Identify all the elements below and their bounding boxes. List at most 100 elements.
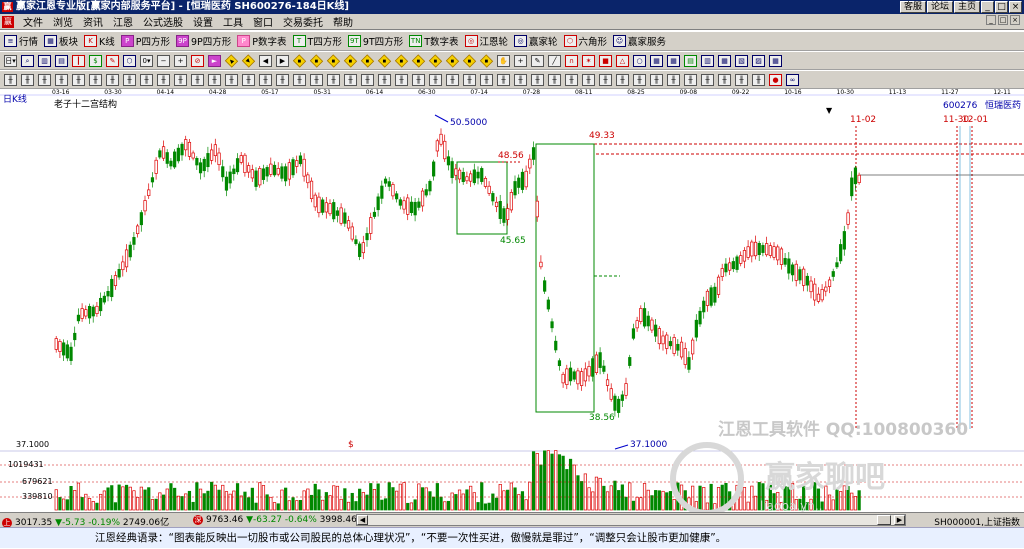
toolbar2-item-0[interactable]: 日▾ xyxy=(4,54,19,67)
toolbar1-item-9[interactable]: ◎ 江恩轮 xyxy=(464,34,508,48)
toolbar1-item-1[interactable]: ▦ 板块 xyxy=(44,34,78,48)
toolbar3-item-46[interactable]: ∞ xyxy=(786,73,801,86)
toolbar3-item-30[interactable]: ╫ xyxy=(514,73,529,86)
toolbar2-item-4[interactable]: ┃ xyxy=(72,54,87,67)
toolbar3-item-45[interactable]: ● xyxy=(769,73,784,86)
toolbar3-item-10[interactable]: ╫ xyxy=(174,73,189,86)
toolbar2-item-13[interactable]: ◀ xyxy=(224,53,240,68)
toolbar3-item-31[interactable]: ╫ xyxy=(531,73,546,86)
toolbar3-item-3[interactable]: ╫ xyxy=(55,73,70,86)
toolbar2-item-18[interactable]: ◆ xyxy=(309,53,325,68)
toolbar1-item-5[interactable]: P P数字表 xyxy=(237,34,287,48)
toolbar1-item-0[interactable]: ≡ 行情 xyxy=(4,34,38,48)
toolbar2-item-3[interactable]: ▤ xyxy=(55,54,70,67)
toolbar3-item-38[interactable]: ╫ xyxy=(650,73,665,86)
toolbar3-item-13[interactable]: ╫ xyxy=(225,73,240,86)
toolbar1-item-10[interactable]: ◎ 赢家轮 xyxy=(514,34,558,48)
toolbar3-item-42[interactable]: ╫ xyxy=(718,73,733,86)
toolbar3-item-22[interactable]: ╫ xyxy=(378,73,393,86)
toolbar3-item-44[interactable]: ╫ xyxy=(752,73,767,86)
mdi-button-0[interactable]: _ xyxy=(986,15,996,25)
toolbar2-item-41[interactable]: ▥ xyxy=(701,54,716,67)
toolbar2-item-27[interactable]: ◆ xyxy=(462,53,478,68)
toolbar2-item-21[interactable]: ◆ xyxy=(360,53,376,68)
toolbar3-item-4[interactable]: ╫ xyxy=(72,73,87,86)
toolbar2-item-16[interactable]: ▶ xyxy=(276,54,291,67)
toolbar3-item-29[interactable]: ╫ xyxy=(497,73,512,86)
toolbar2-item-24[interactable]: ◆ xyxy=(411,53,427,68)
kline-chart-area[interactable]: 03-16 03-30 04-14 04-28 05-17 05-31 06-14 06-30… xyxy=(0,89,1024,512)
toolbar3-item-28[interactable]: ╫ xyxy=(480,73,495,86)
toolbar3-item-27[interactable]: ╫ xyxy=(463,73,478,86)
toolbar2-item-1[interactable]: ⌕ xyxy=(21,54,36,67)
toolbar2-item-44[interactable]: ▨ xyxy=(752,54,767,67)
menu-item-9[interactable]: 帮助 xyxy=(328,14,358,29)
toolbar2-item-7[interactable]: ⬡ xyxy=(123,54,138,67)
toolbar3-item-14[interactable]: ╫ xyxy=(242,73,257,86)
toolbar2-item-19[interactable]: ◆ xyxy=(326,53,342,68)
toolbar1-item-3[interactable]: P P四方形 xyxy=(120,34,170,48)
toolbar1-item-4[interactable]: 9P 9P四方形 xyxy=(176,34,231,48)
title-button-5[interactable]: × xyxy=(1009,1,1022,13)
mdi-button-1[interactable]: □ xyxy=(998,15,1008,25)
menu-item-1[interactable]: 浏览 xyxy=(48,14,78,29)
toolbar3-item-41[interactable]: ╫ xyxy=(701,73,716,86)
toolbar3-item-35[interactable]: ╫ xyxy=(599,73,614,86)
toolbar3-item-36[interactable]: ╫ xyxy=(616,73,631,86)
toolbar3-item-34[interactable]: ╫ xyxy=(582,73,597,86)
title-button-3[interactable]: _ xyxy=(981,1,994,13)
toolbar3-item-7[interactable]: ╫ xyxy=(123,73,138,86)
menu-item-3[interactable]: 江恩 xyxy=(108,14,138,29)
toolbar2-item-12[interactable]: ► xyxy=(208,54,223,67)
toolbar1-item-8[interactable]: TN T数字表 xyxy=(409,34,459,48)
title-button-1[interactable]: 论坛 xyxy=(926,1,953,13)
toolbar2-item-30[interactable]: + xyxy=(514,54,529,67)
toolbar2-item-20[interactable]: ◆ xyxy=(343,53,359,68)
toolbar2-item-33[interactable]: ∩ xyxy=(565,54,580,67)
toolbar2-item-11[interactable]: ⊘ xyxy=(191,54,206,67)
menu-item-2[interactable]: 资讯 xyxy=(78,14,108,29)
toolbar2-item-31[interactable]: ✎ xyxy=(531,54,546,67)
toolbar2-item-17[interactable]: ◆ xyxy=(292,53,308,68)
toolbar2-item-15[interactable]: ◀ xyxy=(259,54,274,67)
toolbar2-item-34[interactable]: ✶ xyxy=(582,54,597,67)
toolbar3-item-18[interactable]: ╫ xyxy=(310,73,325,86)
toolbar3-item-0[interactable]: ╫ xyxy=(4,73,19,86)
toolbar1-item-2[interactable]: K K线 xyxy=(84,34,115,48)
toolbar3-item-9[interactable]: ╫ xyxy=(157,73,172,86)
title-button-4[interactable]: □ xyxy=(995,1,1008,13)
scroll-right-icon[interactable]: ▶ xyxy=(894,515,905,525)
toolbar2-item-39[interactable]: ▦ xyxy=(667,54,682,67)
toolbar2-item-6[interactable]: ✎ xyxy=(106,54,121,67)
toolbar2-item-14[interactable]: ▶ xyxy=(241,53,257,68)
toolbar3-item-23[interactable]: ╫ xyxy=(395,73,410,86)
toolbar2-item-45[interactable]: ▦ xyxy=(769,54,784,67)
toolbar1-item-6[interactable]: T T四方形 xyxy=(292,34,342,48)
toolbar2-item-32[interactable]: ╱ xyxy=(548,54,563,67)
kline-chart[interactable]: 03-16 03-30 04-14 04-28 05-17 05-31 06-14 06-30… xyxy=(0,89,1024,512)
toolbar3-item-40[interactable]: ╫ xyxy=(684,73,699,86)
menu-item-7[interactable]: 窗口 xyxy=(248,14,278,29)
mdi-button-2[interactable]: × xyxy=(1010,15,1020,25)
toolbar3-item-6[interactable]: ╫ xyxy=(106,73,121,86)
toolbar2-item-5[interactable]: $ xyxy=(89,54,104,67)
menu-item-8[interactable]: 交易委托 xyxy=(278,14,328,29)
toolbar2-item-29[interactable]: ✋ xyxy=(497,54,512,67)
toolbar1-item-12[interactable]: ☺ 赢家服务 xyxy=(613,34,666,48)
toolbar2-item-26[interactable]: ◆ xyxy=(445,53,461,68)
toolbar2-item-40[interactable]: ▤ xyxy=(684,54,699,67)
toolbar3-item-25[interactable]: ╫ xyxy=(429,73,444,86)
toolbar1-item-11[interactable]: ⬡ 六角形 xyxy=(563,34,607,48)
toolbar3-item-1[interactable]: ╫ xyxy=(21,73,36,86)
toolbar3-item-37[interactable]: ╫ xyxy=(633,73,648,86)
toolbar3-item-32[interactable]: ╫ xyxy=(548,73,563,86)
toolbar2-item-2[interactable]: ▥ xyxy=(38,54,53,67)
title-button-0[interactable]: 客服 xyxy=(899,1,926,13)
toolbar3-item-12[interactable]: ╫ xyxy=(208,73,223,86)
toolbar3-item-2[interactable]: ╫ xyxy=(38,73,53,86)
menu-item-5[interactable]: 设置 xyxy=(188,14,218,29)
toolbar2-item-43[interactable]: ▧ xyxy=(735,54,750,67)
sz-index-ticker[interactable]: 深 9763.46 ▼-63.27 -0.64% 3998.46 xyxy=(193,515,357,525)
menu-logo-icon[interactable]: 赢 xyxy=(2,15,14,28)
toolbar2-item-9[interactable]: − xyxy=(157,54,172,67)
